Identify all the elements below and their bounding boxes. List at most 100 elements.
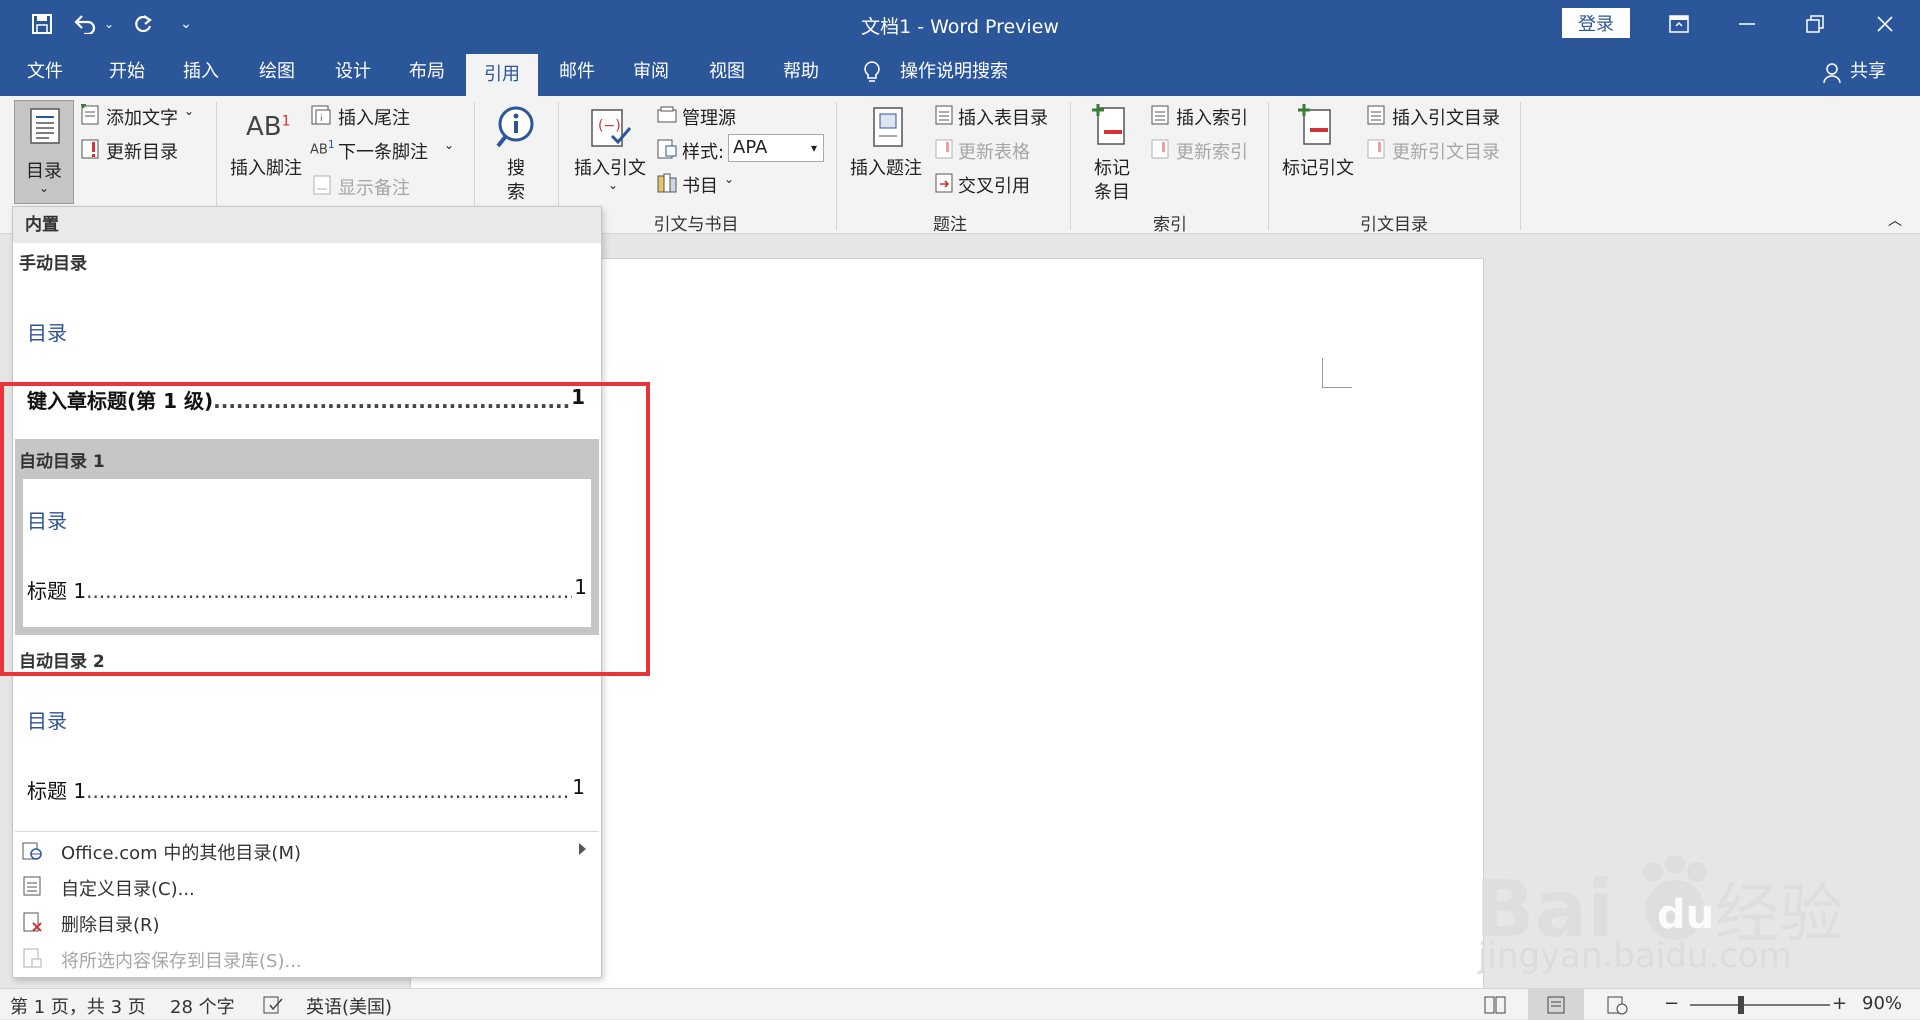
manage-sources-button[interactable]: 管理源 xyxy=(682,104,736,130)
group-label-citations: 引文与书目 xyxy=(653,215,739,235)
manual-toc-heading: 目录 xyxy=(27,321,67,345)
insert-index-button[interactable]: 插入索引 xyxy=(1176,104,1248,130)
custom-toc-item[interactable]: 自定义目录(C)... xyxy=(61,875,195,901)
auto-toc-1-entry-text: 标题 1 xyxy=(27,579,87,603)
dot-leader: ........................................… xyxy=(86,579,587,603)
auto-toc-2-page: 1 xyxy=(570,775,585,799)
auto-toc-1-entry: 标题 1....................................… xyxy=(27,575,587,604)
watermark-url: jingyan.baidu.com xyxy=(1478,936,1792,976)
tab-file[interactable]: 文件 xyxy=(10,48,80,96)
collapse-ribbon-icon[interactable]: ︿ xyxy=(1888,210,1902,230)
chevron-down-icon: ▾ xyxy=(810,141,817,155)
bibliography-button[interactable]: 书目 xyxy=(682,172,718,198)
tab-home[interactable]: 开始 xyxy=(92,48,162,96)
chevron-down-icon: ⌄ xyxy=(444,138,455,152)
group-separator xyxy=(1268,102,1269,230)
gallery-header: 内置 xyxy=(13,207,601,243)
login-button[interactable]: 登录 xyxy=(1562,8,1630,38)
insert-toa-icon xyxy=(1367,105,1385,125)
restore-icon[interactable] xyxy=(1792,6,1838,42)
zoom-level[interactable]: 90% xyxy=(1862,993,1902,1014)
read-mode-icon[interactable] xyxy=(1484,995,1506,1015)
group-separator xyxy=(1070,102,1071,230)
tab-layout[interactable]: 布局 xyxy=(392,48,462,96)
mark-entry-button-2[interactable]: 条目 xyxy=(1094,178,1130,204)
auto-toc-2-heading: 目录 xyxy=(27,709,67,733)
tab-draw[interactable]: 绘图 xyxy=(242,48,312,96)
mark-entry-button-1[interactable]: 标记 xyxy=(1094,154,1130,180)
remove-toc-icon xyxy=(23,912,42,932)
minimize-icon[interactable] xyxy=(1724,6,1770,42)
zoom-in-button[interactable]: + xyxy=(1832,993,1847,1014)
dot-leader: ........................................… xyxy=(86,779,585,803)
update-index-icon xyxy=(1151,139,1169,159)
office-com-more-toc[interactable]: Office.com 中的其他目录(M) xyxy=(61,839,301,865)
search-button-1[interactable]: 搜 xyxy=(507,154,525,180)
close-icon[interactable] xyxy=(1862,6,1908,42)
zoom-slider-thumb[interactable] xyxy=(1738,996,1744,1014)
ribbon-display-icon[interactable] xyxy=(1656,6,1702,42)
insert-toa-button[interactable]: 插入引文目录 xyxy=(1392,104,1500,130)
citation-style-value: APA xyxy=(733,137,768,158)
insert-table-of-figures-button[interactable]: 插入表目录 xyxy=(958,104,1048,130)
insert-endnote-button[interactable]: 插入尾注 xyxy=(338,104,410,130)
word-count[interactable]: 28 个字 xyxy=(170,993,235,1019)
add-text-icon xyxy=(81,104,99,125)
tab-view[interactable]: 视图 xyxy=(692,48,762,96)
print-layout-button[interactable] xyxy=(1528,989,1584,1020)
update-index-button[interactable]: 更新索引 xyxy=(1176,138,1248,164)
tab-references[interactable]: 引用 xyxy=(466,54,538,96)
manual-toc-title: 手动目录 xyxy=(19,254,87,274)
group-separator xyxy=(836,102,837,230)
language-status[interactable]: 英语(美国) xyxy=(306,993,392,1019)
ribbon-tabs: 文件 开始 插入 绘图 设计 布局 引用 邮件 审阅 视图 帮助 操作说明搜索 … xyxy=(0,48,1920,96)
auto-toc-2-option[interactable]: 自动目录 2 目录 标题 1..........................… xyxy=(15,639,599,827)
manual-toc-entry: 键入章标题(第 1 级)............................… xyxy=(27,385,585,414)
update-toa-button[interactable]: 更新引文目录 xyxy=(1392,138,1500,164)
update-toc-icon xyxy=(81,139,99,159)
insert-citation-button[interactable]: 插入引文 xyxy=(574,154,646,180)
show-notes-icon xyxy=(313,175,331,195)
tab-help[interactable]: 帮助 xyxy=(766,48,836,96)
tab-insert[interactable]: 插入 xyxy=(166,48,236,96)
share-button[interactable]: 共享 xyxy=(1850,48,1886,96)
tab-design[interactable]: 设计 xyxy=(318,48,388,96)
auto-toc-1-option[interactable]: 自动目录 1 目录 标题 1..........................… xyxy=(15,439,599,635)
manual-toc-option[interactable]: 目录 键入章标题(第 1 级).........................… xyxy=(15,273,599,423)
submenu-arrow-icon xyxy=(579,843,586,855)
update-toc-button[interactable]: 更新目录 xyxy=(106,138,178,164)
tab-review[interactable]: 审阅 xyxy=(616,48,686,96)
remove-toc-item[interactable]: 删除目录(R) xyxy=(61,911,160,937)
cross-reference-button[interactable]: 交叉引用 xyxy=(958,172,1030,198)
insert-footnote-button[interactable]: 插入脚注 xyxy=(230,154,302,180)
svg-text:du: du xyxy=(1657,892,1714,938)
group-separator xyxy=(1520,102,1521,230)
ab-footnote-icon: AB1 xyxy=(246,112,291,142)
proofing-icon[interactable] xyxy=(262,995,284,1015)
search-button-2[interactable]: 索 xyxy=(507,178,525,204)
zoom-out-button[interactable]: − xyxy=(1664,993,1679,1014)
show-notes-button[interactable]: 显示备注 xyxy=(338,174,410,200)
auto-toc-2-entry: 标题 1....................................… xyxy=(27,775,585,804)
tab-mailings[interactable]: 邮件 xyxy=(542,48,612,96)
toc-button[interactable]: 目录 ⌄ xyxy=(14,100,74,204)
update-toa-icon xyxy=(1367,139,1385,159)
insert-caption-button[interactable]: 插入题注 xyxy=(850,154,922,180)
office-com-icon xyxy=(22,842,42,860)
citation-style-select[interactable]: APA ▾ xyxy=(728,134,824,162)
title-bar: ⌄ ⌄ 文档1 - Word Preview 登录 xyxy=(0,0,1920,48)
tell-me-search[interactable]: 操作说明搜索 xyxy=(900,48,1008,96)
add-text-button[interactable]: 添加文字 xyxy=(106,104,178,130)
save-selection-to-gallery-item[interactable]: 将所选内容保存到目录库(S)... xyxy=(61,947,302,973)
page-count[interactable]: 第 1 页，共 3 页 xyxy=(10,993,146,1019)
insert-index-icon xyxy=(1151,105,1169,125)
auto-toc-2-title: 自动目录 2 xyxy=(19,652,105,672)
next-footnote-button[interactable]: 下一条脚注 xyxy=(338,138,428,164)
bibliography-icon xyxy=(657,173,677,193)
web-layout-icon[interactable] xyxy=(1606,995,1628,1015)
mark-citation-button[interactable]: 标记引文 xyxy=(1282,154,1354,180)
custom-toc-icon xyxy=(23,876,41,896)
manage-sources-icon xyxy=(657,106,677,123)
update-table-button[interactable]: 更新表格 xyxy=(958,138,1030,164)
zoom-slider-track[interactable] xyxy=(1690,1004,1830,1006)
